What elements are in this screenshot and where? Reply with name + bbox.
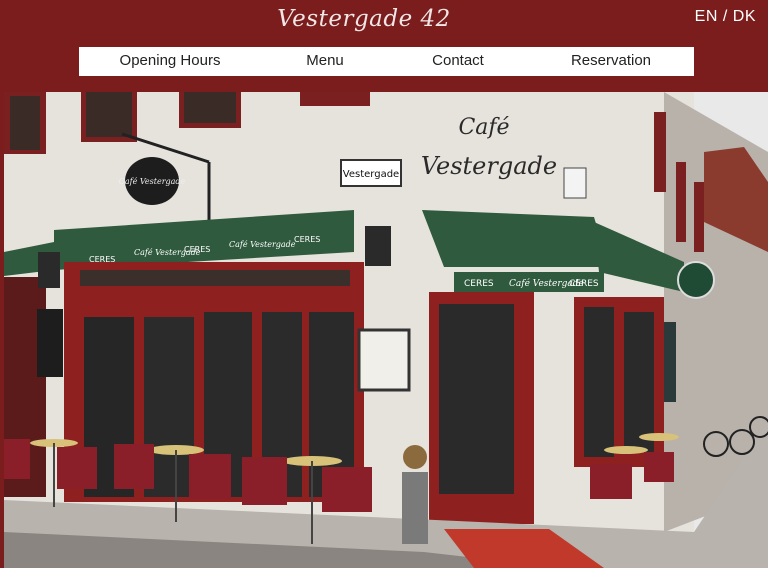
window-pane [184, 92, 236, 123]
shop-window [624, 312, 654, 452]
upper-window [694, 182, 704, 252]
cafe-chair [242, 457, 287, 505]
cafe-chair [644, 452, 674, 482]
lantern-icon [38, 252, 60, 288]
corner-awning [422, 210, 609, 267]
lang-en-link[interactable]: EN [695, 8, 718, 25]
lang-separator: / [722, 8, 728, 25]
language-switch: EN / DK [695, 8, 756, 26]
window-pane [10, 96, 40, 150]
cafe-facade-illustration: Café Vestergade Vestergade Café Vesterga… [4, 92, 768, 568]
cafe-chair [590, 464, 632, 499]
lantern-icon [365, 226, 391, 266]
hanging-sign-text: Café Vestergade [119, 177, 186, 186]
upper-window [676, 162, 686, 242]
hero-photo-cafe-facade: Café Vestergade Vestergade Café Vesterga… [4, 92, 768, 568]
menu-display-box [357, 328, 411, 392]
corner-door [439, 304, 514, 494]
cafe-chair [189, 454, 231, 499]
bistro-table [639, 433, 679, 441]
site-title: Vestergade 42 [277, 6, 451, 32]
awning-brand-label: CERES [464, 279, 494, 289]
street-sign-text: Vestergade [343, 169, 399, 180]
cafe-chair [114, 444, 154, 489]
wall-lettering-vestergade: Vestergade [421, 152, 557, 180]
lang-dk-link[interactable]: DK [733, 8, 756, 25]
transom-window [80, 270, 350, 286]
bistro-table [604, 446, 648, 454]
main-nav: Opening Hours Menu Contact Reservation [79, 47, 694, 76]
awning-brand-label: CERES [569, 279, 599, 289]
nav-opening-hours[interactable]: Opening Hours [120, 52, 221, 69]
window-pane [86, 92, 132, 137]
cafe-chair [4, 439, 30, 479]
ceres-round-sign [677, 261, 715, 299]
planter-plant [403, 445, 427, 469]
cafe-chair [322, 467, 372, 512]
header-bar: Vestergade 42 EN / DK Opening Hours Menu… [0, 0, 768, 92]
corner-sign [563, 167, 587, 199]
cafe-chair [57, 447, 97, 489]
shop-window [584, 307, 614, 457]
nav-menu[interactable]: Menu [306, 52, 344, 69]
chalkboard-sign [37, 309, 63, 377]
wall-lettering-cafe: Café [458, 115, 509, 140]
awning-brand-label: CERES [184, 245, 210, 254]
nav-contact[interactable]: Contact [432, 52, 484, 69]
planter [402, 472, 428, 544]
awning-brand-label: CERES [294, 235, 320, 244]
upper-window [300, 92, 370, 106]
awning-script-label: Café Vestergade [229, 240, 296, 249]
upper-window [654, 112, 666, 192]
nav-reservation[interactable]: Reservation [571, 52, 651, 69]
chalkboard-sign [664, 322, 676, 402]
